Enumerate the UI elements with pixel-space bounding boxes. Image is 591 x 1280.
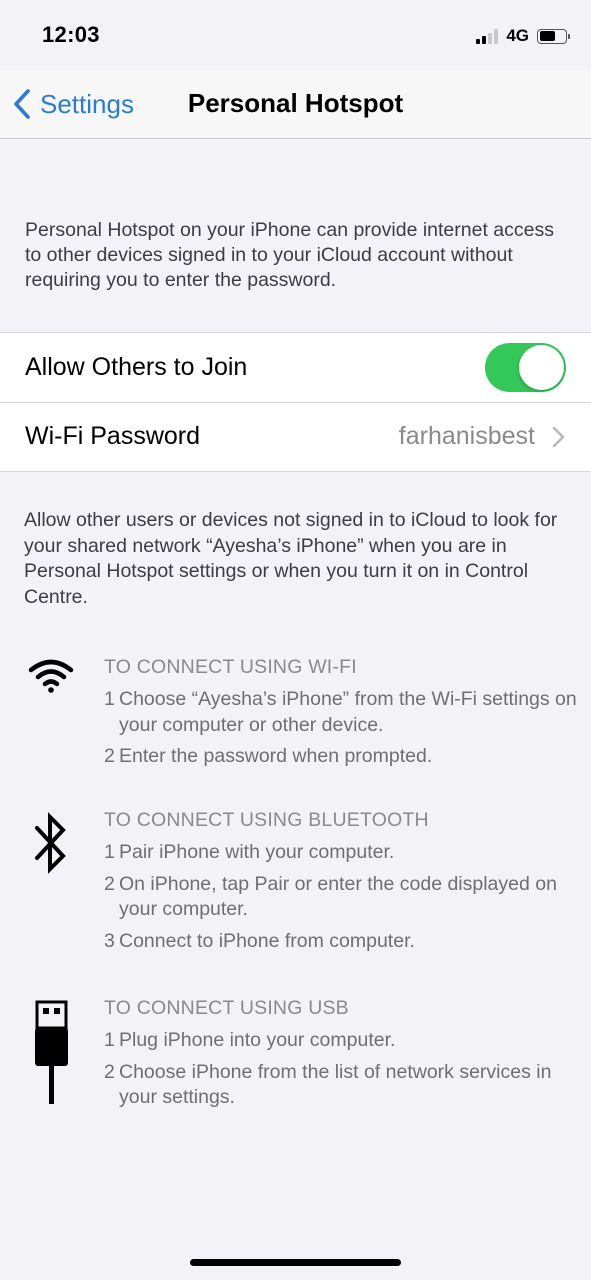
step-item: 2 Choose iPhone from the list of network… [104,1060,552,1109]
section-heading: TO CONNECT USING BLUETOOTH [104,809,429,831]
status-bar: 12:03 4G [0,0,591,70]
cellular-signal-icon [476,28,499,44]
wifi-icon [28,659,74,693]
allow-others-toggle[interactable] [485,343,566,392]
step-item: 2 On iPhone, tap Pair or enter the code … [104,872,557,921]
allow-others-row: Allow Others to Join [0,333,591,402]
navigation-bar: Settings Personal Hotspot [0,70,591,139]
step-item: 2 Enter the password when prompted. [104,745,433,767]
usb-instructions: TO CONNECT USING USB 1 Plug iPhone into … [104,996,589,1117]
chevron-right-icon [552,426,565,448]
wifi-password-label: Wi-Fi Password [25,422,201,450]
section-heading: TO CONNECT USING USB [104,997,349,1019]
home-indicator[interactable] [190,1259,401,1266]
status-indicators: 4G [476,26,570,46]
step-item: 1 Choose “Ayesha’s iPhone” from the Wi-F… [104,688,577,736]
step-item: 3 Connect to iPhone from computer. [104,929,415,952]
network-visibility-note: Allow other users or devices not signed … [24,509,558,608]
allow-others-label: Allow Others to Join [25,353,248,381]
bluetooth-icon [35,812,66,874]
bluetooth-instructions: TO CONNECT USING BLUETOOTH 1 Pair iPhone… [104,808,589,960]
status-time: 12:03 [42,22,100,47]
page-title: Personal Hotspot [187,88,404,118]
section-heading: TO CONNECT USING WI-FI [104,656,357,678]
step-item: 1 Pair iPhone with your computer. [104,841,395,863]
network-type: 4G [506,26,529,45]
step-item: 1 Plug iPhone into your computer. [104,1029,396,1051]
hotspot-settings-group: Allow Others to Join Wi-Fi Password farh… [0,332,591,472]
usb-icon [35,1000,68,1104]
toggle-knob [519,345,564,390]
intro-description: Personal Hotspot on your iPhone can prov… [25,219,554,291]
wifi-password-row[interactable]: Wi-Fi Password farhanisbest [0,402,591,471]
wifi-instructions: TO CONNECT USING WI-FI 1 Choose “Ayesha’… [104,655,589,776]
wifi-password-value: farhanisbest [398,422,535,450]
battery-icon [537,28,570,44]
